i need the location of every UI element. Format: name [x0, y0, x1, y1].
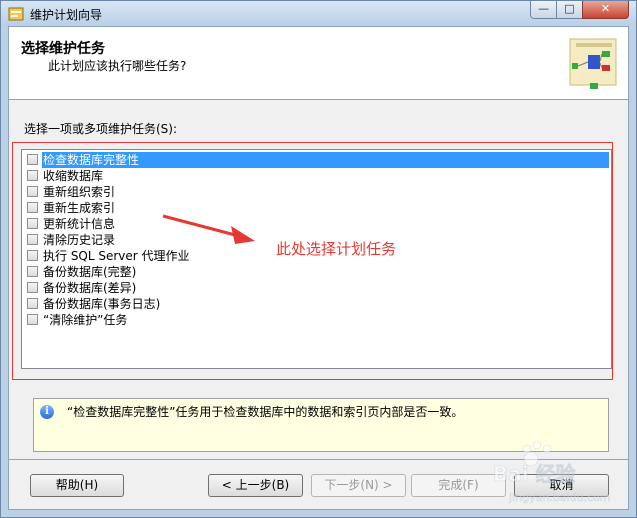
minimize-icon: — — [538, 2, 549, 15]
maximize-icon: □ — [564, 2, 575, 15]
back-button[interactable]: < 上一步(B) — [208, 474, 303, 497]
close-icon: ✕ — [600, 2, 611, 15]
maximize-button[interactable]: □ — [556, 1, 583, 19]
task-description-box: i “检查数据库完整性”任务用于检查数据库中的数据和索引页内部是否一致。 — [33, 398, 609, 452]
task-checkbox[interactable] — [27, 298, 38, 309]
task-item-label: 重新组织索引 — [43, 185, 116, 199]
wizard-graphic-icon — [569, 38, 617, 89]
task-item-maintenance-cleanup[interactable]: “清除维护”任务 — [23, 312, 610, 328]
minimize-button[interactable]: — — [530, 1, 557, 19]
task-checkbox[interactable] — [27, 282, 38, 293]
task-description-text: “检查数据库完整性”任务用于检查数据库中的数据和索引页内部是否一致。 — [67, 405, 464, 419]
wizard-header: 选择维护任务 此计划应该执行哪些任务? — [9, 27, 628, 100]
task-checklist[interactable]: 检查数据库完整性 收缩数据库 重新组织索引 重新生成索引 更新统计信息 清除历史… — [21, 149, 612, 369]
task-item-label: 清除历史记录 — [43, 233, 116, 247]
task-item-backup-full[interactable]: 备份数据库(完整) — [23, 264, 610, 280]
task-item-update-statistics[interactable]: 更新统计信息 — [23, 216, 610, 232]
task-item-reorganize-index[interactable]: 重新组织索引 — [23, 184, 610, 200]
task-item-label: 执行 SQL Server 代理作业 — [43, 249, 190, 263]
task-checkbox[interactable] — [27, 202, 38, 213]
wizard-body: 选择维护任务 此计划应该执行哪些任务? 选择一项或多项维护任务(S): 检查数据… — [8, 26, 629, 510]
footer-divider — [9, 459, 628, 460]
annotation-arrow-icon — [162, 214, 255, 244]
task-item-label: 备份数据库(完整) — [43, 265, 137, 279]
task-item-label: 收缩数据库 — [43, 169, 104, 183]
info-icon: i — [40, 405, 54, 419]
task-item-label: 备份数据库(差异) — [43, 281, 137, 295]
task-checkbox[interactable] — [27, 170, 38, 181]
task-checkbox[interactable] — [27, 266, 38, 277]
finish-button[interactable]: 完成(F) — [411, 474, 506, 497]
page-subtitle: 此计划应该执行哪些任务? — [48, 59, 187, 73]
task-item-label: 备份数据库(事务日志) — [43, 297, 161, 311]
task-item-label: 更新统计信息 — [43, 217, 116, 231]
app-icon — [8, 7, 24, 21]
task-list-label: 选择一项或多项维护任务(S): — [24, 122, 178, 136]
next-button[interactable]: 下一步(N) > — [311, 474, 406, 497]
task-item-backup-differential[interactable]: 备份数据库(差异) — [23, 280, 610, 296]
task-item-backup-log[interactable]: 备份数据库(事务日志) — [23, 296, 610, 312]
task-checkbox[interactable] — [27, 186, 38, 197]
task-checkbox[interactable] — [27, 154, 38, 165]
page-title: 选择维护任务 — [21, 41, 105, 57]
task-checkbox[interactable] — [27, 234, 38, 245]
close-button[interactable]: ✕ — [582, 1, 629, 19]
task-item-shrink-db[interactable]: 收缩数据库 — [23, 168, 610, 184]
help-button[interactable]: 帮助(H) — [30, 474, 124, 497]
annotation-text: 此处选择计划任务 — [276, 240, 397, 258]
task-checkbox[interactable] — [27, 218, 38, 229]
task-item-label: 重新生成索引 — [43, 201, 116, 215]
task-item-label: 检查数据库完整性 — [42, 152, 609, 168]
window-title: 维护计划向导 — [30, 8, 103, 22]
title-bar[interactable]: 维护计划向导 — □ ✕ — [1, 1, 636, 26]
task-item-check-integrity[interactable]: 检查数据库完整性 — [23, 152, 610, 168]
task-checkbox[interactable] — [27, 250, 38, 261]
task-item-label: “清除维护”任务 — [43, 313, 128, 327]
wizard-window: 维护计划向导 — □ ✕ 选择维护任务 此计划应该执行哪些任务? 选择一项或多项… — [0, 0, 637, 518]
cancel-button[interactable]: 取消 — [514, 474, 609, 497]
task-item-rebuild-index[interactable]: 重新生成索引 — [23, 200, 610, 216]
task-checkbox[interactable] — [27, 314, 38, 325]
